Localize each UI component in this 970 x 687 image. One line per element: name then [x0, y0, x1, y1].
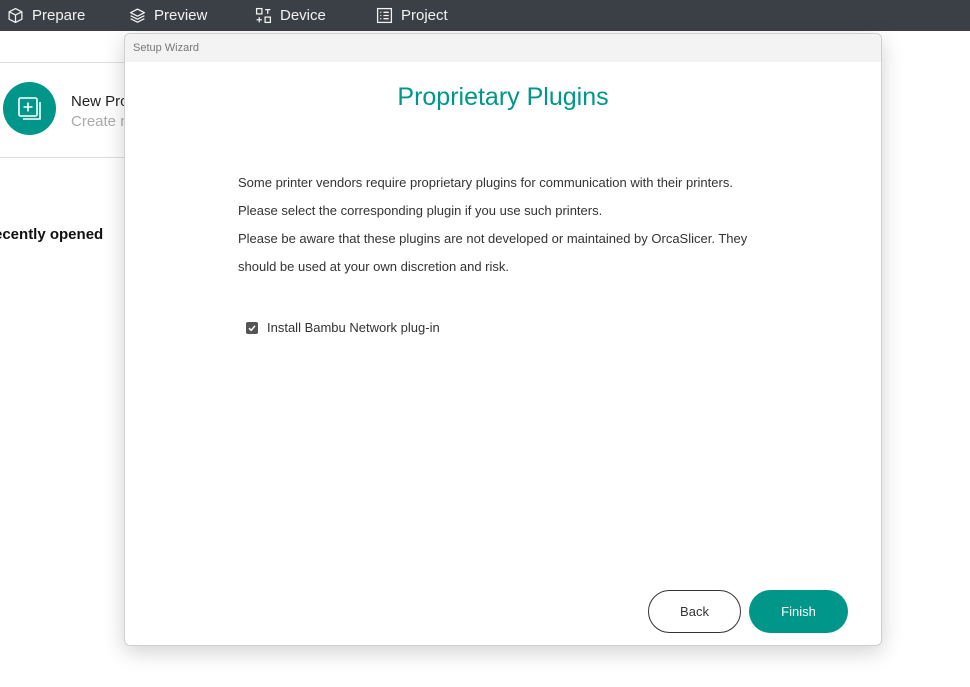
top-navigation-bar: Prepare Preview Device Project: [0, 0, 970, 31]
cube-icon: [8, 7, 23, 24]
tab-prepare[interactable]: Prepare: [7, 0, 85, 31]
tab-device[interactable]: Device: [255, 0, 326, 31]
tab-prepare-label: Prepare: [32, 7, 86, 24]
new-project-subtitle: Create n: [71, 113, 129, 130]
description-line: Some printer vendors require proprietary…: [238, 175, 733, 190]
recently-opened-heading: ecently opened: [0, 226, 104, 243]
tab-project-label: Project: [401, 7, 448, 24]
add-project-icon: [17, 96, 41, 120]
bambu-plugin-checkbox[interactable]: [246, 321, 258, 334]
divider: [0, 157, 130, 158]
device-icon: [255, 7, 272, 24]
dialog-window-title: Setup Wizard: [133, 42, 200, 54]
layers-icon: [129, 8, 146, 23]
new-project-title[interactable]: New Pro: [71, 93, 129, 110]
new-project-button[interactable]: [3, 82, 56, 135]
description-line: should be used at your own discretion an…: [238, 259, 509, 274]
description-text: Some printer vendors require proprietary…: [238, 169, 778, 281]
tab-project[interactable]: Project: [376, 0, 448, 31]
tab-preview[interactable]: Preview: [129, 0, 207, 31]
description-line: Please select the corresponding plugin i…: [238, 203, 603, 218]
page-title: Proprietary Plugins: [397, 83, 609, 111]
finish-button[interactable]: Finish: [749, 590, 848, 633]
dialog-titlebar[interactable]: Setup Wizard: [125, 34, 881, 62]
setup-wizard-dialog: Setup Wizard Proprietary Plugins Some pr…: [124, 33, 882, 646]
tab-device-label: Device: [280, 7, 326, 24]
back-button[interactable]: Back: [648, 590, 741, 633]
bambu-plugin-option[interactable]: Install Bambu Network plug-in: [246, 320, 440, 335]
divider: [0, 62, 130, 63]
tab-preview-label: Preview: [154, 7, 208, 24]
bambu-plugin-label[interactable]: Install Bambu Network plug-in: [267, 320, 440, 335]
list-icon: [376, 7, 393, 24]
checkmark-icon: [248, 324, 256, 331]
description-line: Please be aware that these plugins are n…: [238, 231, 748, 246]
